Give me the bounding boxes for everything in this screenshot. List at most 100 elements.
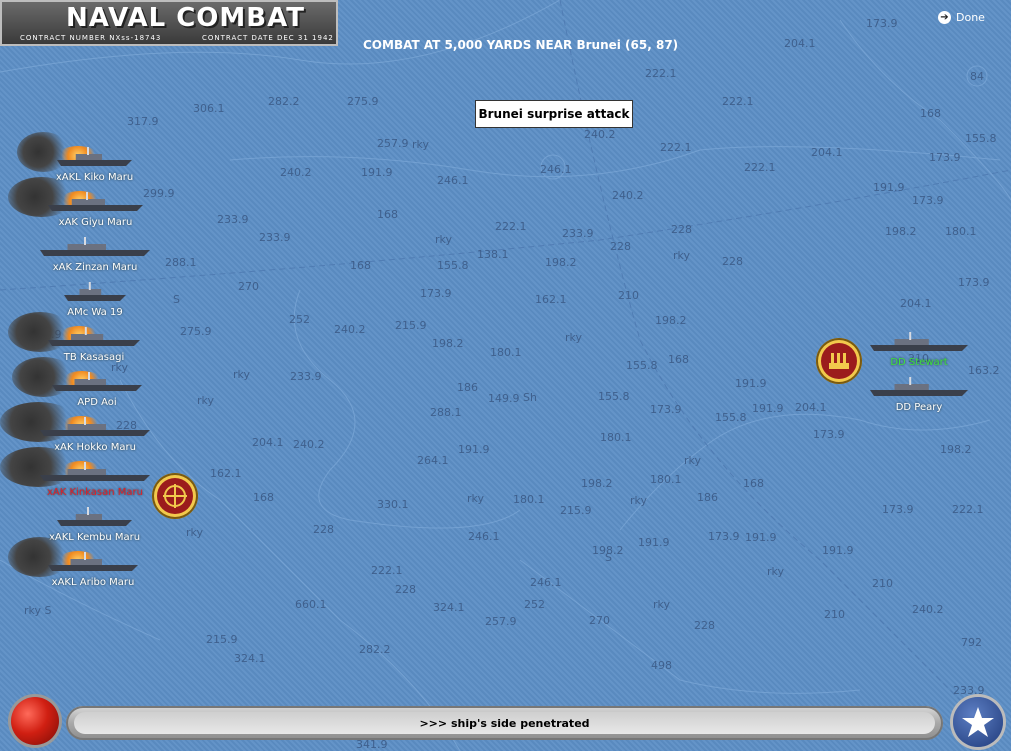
- depth-sounding: 222.1: [645, 67, 677, 80]
- depth-sounding: 155.8: [437, 259, 469, 272]
- depth-sounding: rky: [186, 526, 204, 539]
- red-action-button[interactable]: [11, 697, 59, 745]
- depth-sounding: 270: [589, 614, 610, 627]
- depth-sounding: 204.1: [795, 401, 827, 414]
- depth-sounding: 173.9: [929, 151, 961, 164]
- depth-sounding: 198.2: [581, 477, 613, 490]
- depth-sounding: rky: [684, 454, 702, 467]
- depth-sounding: 222.1: [660, 141, 692, 154]
- event-announcement: Brunei surprise attack: [475, 100, 633, 128]
- depth-sounding: Sh: [523, 391, 537, 404]
- ship-unit[interactable]: xAKL Aribo Maru: [8, 533, 178, 595]
- depth-sounding: 215.9: [395, 319, 427, 332]
- depth-sounding: 240.2: [912, 603, 944, 616]
- status-bar: >>> ship's side penetrated: [66, 706, 943, 740]
- depth-sounding: 191.9: [735, 377, 767, 390]
- depth-sounding: rky: [630, 494, 648, 507]
- depth-sounding: S: [605, 551, 612, 564]
- depth-sounding: rky: [435, 233, 453, 246]
- depth-sounding: 222.1: [722, 95, 754, 108]
- depth-sounding: 173.9: [912, 194, 944, 207]
- ship-icon: [40, 417, 150, 436]
- depth-sounding: rky: [653, 598, 671, 611]
- depth-sounding: 180.1: [650, 473, 682, 486]
- star-icon: [962, 707, 994, 737]
- depth-sounding: 155.8: [626, 359, 658, 372]
- depth-sounding: 210: [824, 608, 845, 621]
- depth-sounding: 191.9: [638, 536, 670, 549]
- depth-sounding: 282.2: [268, 95, 300, 108]
- depth-sounding: 324.1: [234, 652, 266, 665]
- ship-icon: [870, 332, 968, 351]
- combat-message: >>> ship's side penetrated: [74, 712, 935, 734]
- depth-sounding: 173.9: [958, 276, 990, 289]
- depth-sounding: 173.9: [866, 17, 898, 30]
- depth-sounding: 186: [697, 491, 718, 504]
- depth-sounding: 180.1: [513, 493, 545, 506]
- depth-sounding: 246.1: [468, 530, 500, 543]
- depth-sounding: 180.1: [490, 346, 522, 359]
- target-crosshair-icon[interactable]: [152, 473, 198, 519]
- depth-sounding: rky: [767, 565, 785, 578]
- logo-title: NAVAL COMBAT: [66, 3, 305, 33]
- ship-icon: [48, 552, 138, 571]
- depth-sounding: S: [173, 293, 180, 306]
- depth-sounding: 228: [395, 583, 416, 596]
- depth-sounding: 228: [722, 255, 743, 268]
- depth-sounding: 215.9: [560, 504, 592, 517]
- depth-sounding: 246.1: [437, 174, 469, 187]
- depth-sounding: 210: [618, 289, 639, 302]
- depth-sounding: 228: [694, 619, 715, 632]
- depth-sounding: 252: [289, 313, 310, 326]
- naval-combat-logo: NAVAL COMBAT CONTRACT NUMBER NXss-18743 …: [0, 0, 338, 46]
- depth-sounding: 191.9: [745, 531, 777, 544]
- depth-sounding: 288.1: [430, 406, 462, 419]
- depth-sounding: 222.1: [744, 161, 776, 174]
- depth-sounding: 228: [313, 523, 334, 536]
- depth-sounding: rky: [565, 331, 583, 344]
- depth-sounding: 275.9: [180, 325, 212, 338]
- depth-sounding: 155.8: [965, 132, 997, 145]
- depth-sounding: 84: [970, 70, 984, 83]
- depth-sounding: 240.2: [334, 323, 366, 336]
- depth-sounding: 264.1: [417, 454, 449, 467]
- depth-sounding: 155.8: [598, 390, 630, 403]
- done-button[interactable]: ➔ Done: [938, 11, 985, 24]
- depth-sounding: 198.2: [655, 314, 687, 327]
- depth-sounding: 240.2: [612, 189, 644, 202]
- allied-star-button[interactable]: [953, 697, 1003, 747]
- depth-sounding: 240.2: [280, 166, 312, 179]
- ship-icon: [40, 462, 150, 481]
- depth-sounding: 204.1: [252, 436, 284, 449]
- depth-sounding: 498: [651, 659, 672, 672]
- depth-sounding: 162.1: [210, 467, 242, 480]
- depth-sounding: 306.1: [193, 102, 225, 115]
- depth-sounding: 317.9: [127, 115, 159, 128]
- depth-sounding: 168: [668, 353, 689, 366]
- depth-sounding: 233.9: [259, 231, 291, 244]
- ship-icon: [48, 192, 143, 211]
- depth-sounding: 257.9: [377, 137, 409, 150]
- logo-contract-date: CONTRACT DATE DEC 31 1942: [202, 34, 334, 42]
- gun-battery-icon[interactable]: [816, 338, 862, 384]
- ship-icon: [40, 237, 150, 256]
- depth-sounding: 155.8: [715, 411, 747, 424]
- depth-sounding: 233.9: [217, 213, 249, 226]
- depth-sounding: 168: [253, 491, 274, 504]
- depth-sounding: 191.9: [752, 402, 784, 415]
- ship-label: DD Peary: [895, 402, 943, 413]
- depth-sounding: 180.1: [945, 225, 977, 238]
- depth-sounding: 270: [238, 280, 259, 293]
- depth-sounding: 252: [524, 598, 545, 611]
- depth-sounding: 330.1: [377, 498, 409, 511]
- depth-sounding: 198.2: [885, 225, 917, 238]
- depth-sounding: rky S: [24, 604, 52, 617]
- depth-sounding: 228: [610, 240, 631, 253]
- depth-sounding: 204.1: [811, 146, 843, 159]
- depth-sounding: rky: [197, 394, 215, 407]
- depth-sounding: 191.9: [822, 544, 854, 557]
- depth-sounding: 149.9: [488, 392, 520, 405]
- ship-icon: [48, 327, 140, 346]
- depth-sounding: 138.1: [477, 248, 509, 261]
- depth-sounding: 222.1: [371, 564, 403, 577]
